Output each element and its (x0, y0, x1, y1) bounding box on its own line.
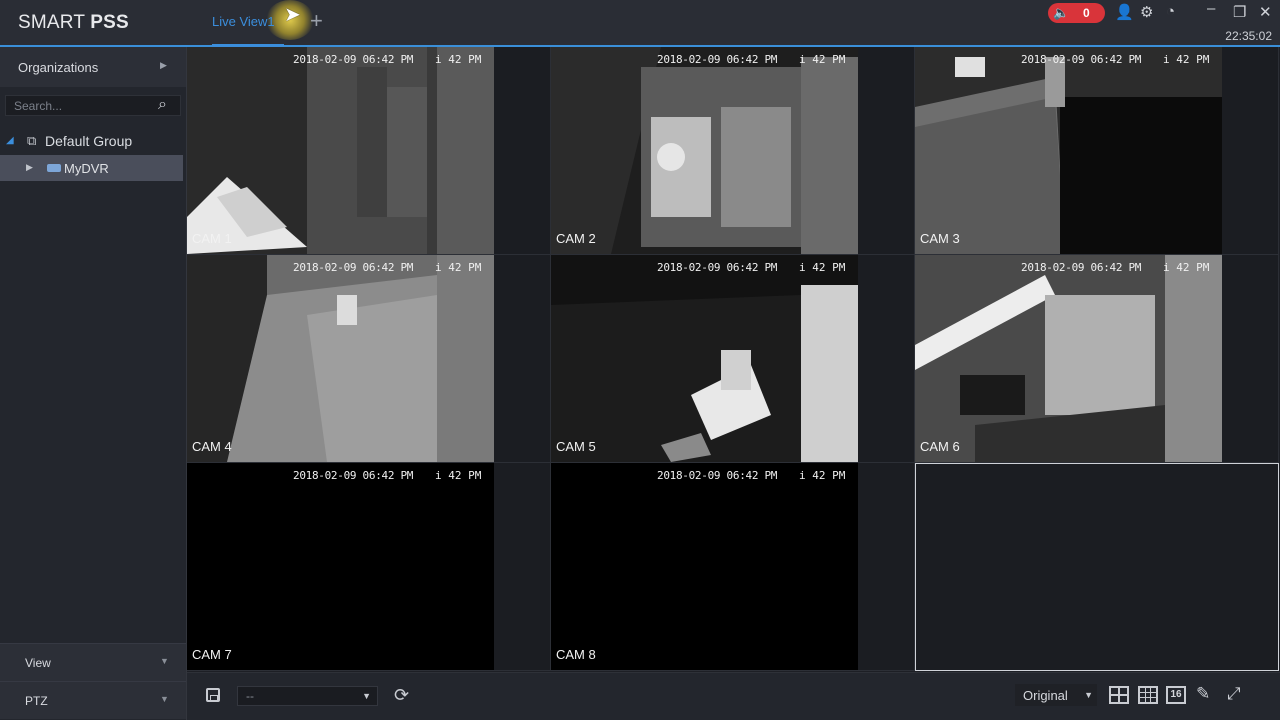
camera-label: CAM 7 (192, 647, 232, 662)
alarm-count: 0 (1083, 6, 1090, 20)
view-select-value: -- (246, 689, 254, 703)
video-timestamp-overlay: i 42 PM (1163, 261, 1210, 274)
video-timestamp: 2018-02-09 06:42 PM (1021, 261, 1142, 274)
caret-right-icon[interactable]: ▶ (26, 162, 33, 173)
video-cell[interactable]: 2018-02-09 06:42 PM i 42 PM CAM 5 (551, 255, 915, 463)
video-timestamp: 2018-02-09 06:42 PM (657, 261, 778, 274)
add-tab-icon[interactable]: + (310, 10, 323, 32)
video-feed: 2018-02-09 06:42 PM i 42 PM CAM 6 (915, 255, 1222, 462)
video-timestamp-overlay: i 42 PM (435, 53, 482, 66)
camera-label: CAM 2 (556, 231, 596, 246)
sidebar: Organizations ▶ ⌕ ◢ ⧉ Default Group ▶ My… (0, 47, 187, 720)
organizations-label: Organizations (18, 60, 99, 75)
aspect-ratio-select[interactable]: Original ▼ (1015, 684, 1097, 706)
tree-item-default-group[interactable]: ◢ ⧉ Default Group (0, 131, 186, 153)
app-logo: SMART PSS (18, 12, 129, 34)
bottom-toolbar: -- ▼ ⟳ Original ▼ 16 ✎ ⤢ (187, 672, 1280, 720)
video-timestamp: 2018-02-09 06:42 PM (657, 469, 778, 482)
system-clock: 22:35:02 (1225, 29, 1272, 43)
camera-label: CAM 6 (920, 439, 960, 454)
tree-item-mydvr[interactable]: ▶ MyDVR (0, 155, 183, 181)
view-select[interactable]: -- ▼ (237, 686, 378, 706)
app-logo-bold: PSS (90, 12, 129, 33)
video-cell[interactable]: 2018-02-09 06:42 PM i 42 PM CAM 4 (187, 255, 551, 463)
camera-label: CAM 8 (556, 647, 596, 662)
dropdown-arrow-icon: ▼ (362, 691, 371, 701)
gear-icon[interactable]: ⚙ (1140, 3, 1153, 21)
layout-9-icon[interactable] (1138, 686, 1158, 704)
chevron-down-icon: ▼ (160, 656, 169, 666)
view-label: View (25, 656, 51, 670)
video-feed: 2018-02-09 06:42 PM i 42 PM CAM 5 (551, 255, 858, 462)
video-timestamp: 2018-02-09 06:42 PM (293, 53, 414, 66)
title-bar: SMART PSS Live View1 + ➤ 🔈 0 👤 ⚙ ◔ – ❐ ✕… (0, 0, 1280, 47)
ptz-label: PTZ (25, 694, 48, 708)
refresh-icon[interactable]: ⟳ (394, 685, 409, 706)
video-feed: 2018-02-09 06:42 PM i 42 PM CAM 1 (187, 47, 494, 254)
video-cell[interactable]: 2018-02-09 06:42 PM i 42 PM CAM 2 (551, 47, 915, 255)
fullscreen-icon[interactable]: ⤢ (1227, 684, 1241, 704)
video-cell[interactable]: 2018-02-09 06:42 PM i 42 PM CAM 7 (187, 463, 551, 671)
layout-16-icon[interactable]: 16 (1166, 686, 1186, 704)
tree-device-label: MyDVR (64, 161, 109, 176)
camera-label: CAM 5 (556, 439, 596, 454)
video-cell[interactable]: 2018-02-09 06:42 PM i 42 PM CAM 3 (915, 47, 1279, 255)
video-cell[interactable]: 2018-02-09 06:42 PM i 42 PM CAM 8 (551, 463, 915, 671)
video-timestamp-overlay: i 42 PM (435, 261, 482, 274)
video-feed: 2018-02-09 06:42 PM i 42 PM CAM 4 (187, 255, 494, 462)
tree-group-label: Default Group (45, 133, 133, 149)
mouse-cursor-icon: ➤ (284, 4, 301, 26)
video-timestamp-overlay: i 42 PM (435, 469, 482, 482)
live-view-grid: 2018-02-09 06:42 PM i 42 PM CAM 1 2018-0… (187, 47, 1280, 672)
view-panel-header[interactable]: View ▼ (0, 643, 186, 681)
chevron-down-icon: ▼ (160, 694, 169, 704)
edit-icon[interactable]: ✎ (1196, 684, 1210, 704)
video-feed: 2018-02-09 06:42 PM i 42 PM CAM 3 (915, 47, 1222, 254)
save-icon[interactable] (206, 688, 220, 702)
org-tree-icon: ⧉ (27, 133, 37, 148)
video-cell[interactable]: 2018-02-09 06:42 PM i 42 PM CAM 6 (915, 255, 1279, 463)
search-input[interactable] (14, 99, 154, 113)
search-icon[interactable]: ⌕ (158, 96, 167, 114)
user-icon[interactable]: 👤 (1115, 3, 1134, 21)
aspect-ratio-value: Original (1023, 688, 1068, 703)
video-feed: 2018-02-09 06:42 PM i 42 PM CAM 7 (187, 463, 494, 670)
camera-label: CAM 1 (192, 231, 232, 246)
video-timestamp-overlay: i 42 PM (799, 53, 846, 66)
chevron-right-icon: ▶ (160, 60, 167, 70)
tab-label: Live View1 (212, 14, 275, 29)
tab-live-view[interactable]: Live View1 (212, 14, 275, 29)
alarm-badge[interactable]: 🔈 0 (1048, 3, 1105, 23)
search-box: ⌕ (5, 95, 181, 116)
ptz-panel-header[interactable]: PTZ ▼ (0, 681, 186, 719)
layout-4-icon[interactable] (1109, 686, 1129, 704)
video-feed: 2018-02-09 06:42 PM i 42 PM CAM 2 (551, 47, 858, 254)
close-icon[interactable]: ✕ (1259, 3, 1272, 21)
app-logo-text: SMART (18, 12, 91, 33)
camera-label: CAM 3 (920, 231, 960, 246)
video-cell[interactable]: 2018-02-09 06:42 PM i 42 PM CAM 1 (187, 47, 551, 255)
video-timestamp: 2018-02-09 06:42 PM (1021, 53, 1142, 66)
video-timestamp: 2018-02-09 06:42 PM (293, 261, 414, 274)
video-feed: 2018-02-09 06:42 PM i 42 PM CAM 8 (551, 463, 858, 670)
caret-down-icon[interactable]: ◢ (6, 135, 14, 146)
dropdown-arrow-icon: ▼ (1084, 690, 1093, 700)
speaker-icon: 🔈 (1053, 5, 1070, 20)
performance-icon[interactable]: ◔ (1166, 3, 1175, 20)
video-timestamp-overlay: i 42 PM (799, 469, 846, 482)
video-timestamp: 2018-02-09 06:42 PM (657, 53, 778, 66)
organizations-panel-header[interactable]: Organizations ▶ (0, 47, 186, 87)
camera-label: CAM 4 (192, 439, 232, 454)
dvr-device-icon (47, 164, 61, 172)
video-timestamp-overlay: i 42 PM (799, 261, 846, 274)
empty-video-cell[interactable] (915, 463, 1279, 671)
video-timestamp: 2018-02-09 06:42 PM (293, 469, 414, 482)
minimize-icon[interactable]: – (1207, 0, 1215, 17)
video-timestamp-overlay: i 42 PM (1163, 53, 1210, 66)
restore-icon[interactable]: ❐ (1233, 3, 1246, 21)
